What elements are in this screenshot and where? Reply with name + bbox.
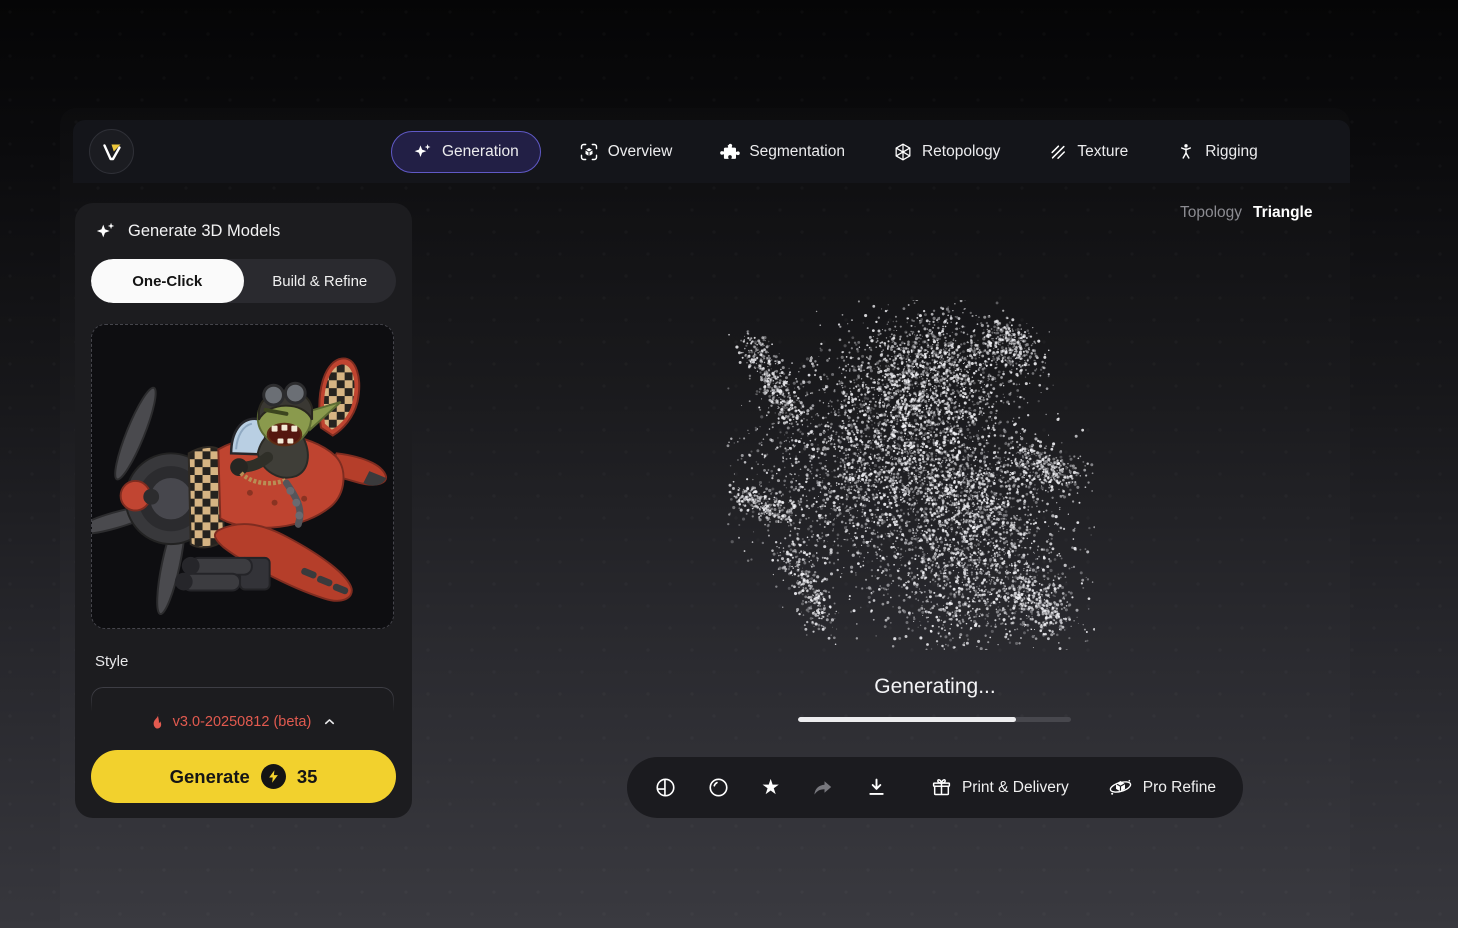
puzzle-icon (720, 142, 740, 162)
sparkles-icon (413, 142, 433, 162)
hatch-icon (1048, 142, 1068, 162)
download-button[interactable] (864, 775, 887, 801)
mode-one-click[interactable]: One-Click (91, 259, 244, 303)
matcap-sphere-icon (707, 776, 730, 799)
mode-toggle: One-Click Build & Refine (91, 259, 396, 303)
share-arrow-icon (811, 776, 835, 800)
figure-icon (1176, 142, 1196, 162)
panel-header: Generate 3D Models (95, 220, 280, 242)
material-preview-button[interactable] (706, 775, 729, 801)
tab-label: Texture (1077, 143, 1128, 161)
wireframe-icon (893, 142, 913, 162)
flame-icon (150, 713, 165, 730)
top-navbar: Generation Overview Segmentation (73, 120, 1350, 183)
tab-label: Generation (442, 143, 519, 161)
tab-segmentation[interactable]: Segmentation (720, 142, 845, 162)
generate-credits: 35 (297, 766, 318, 788)
generate-button[interactable]: Generate 35 (91, 750, 396, 803)
chevron-up-icon (322, 714, 337, 729)
orbit-cube-icon (1108, 775, 1133, 800)
mode-build-refine[interactable]: Build & Refine (244, 259, 397, 303)
pro-refine-label: Pro Refine (1143, 779, 1216, 797)
progress-fill (798, 717, 1016, 722)
lightning-bolt-icon (261, 764, 286, 789)
tripo-logo-icon (100, 140, 124, 164)
generation-point-cloud-preview[interactable] (725, 300, 1095, 650)
style-label: Style (95, 653, 128, 670)
style-selector-box[interactable] (91, 687, 394, 713)
viewer-toolbar: ★ Print & Delivery (627, 757, 1243, 818)
panel-title: Generate 3D Models (128, 222, 280, 241)
tab-label: Overview (608, 143, 673, 161)
tab-label: Rigging (1205, 143, 1258, 161)
tab-generation[interactable]: Generation (391, 131, 541, 173)
generate-panel: Generate 3D Models One-Click Build & Ref… (75, 203, 412, 818)
favorite-button[interactable]: ★ (759, 775, 782, 801)
render-mode-button[interactable] (654, 775, 677, 801)
tab-retopology[interactable]: Retopology (893, 142, 1000, 162)
tab-label: Retopology (922, 143, 1000, 161)
topology-selector[interactable]: Topology Triangle (1180, 204, 1312, 222)
print-delivery-button[interactable]: Print & Delivery (931, 777, 1069, 798)
model-version-selector[interactable]: v3.0-20250812 (beta) (75, 713, 412, 730)
model-version-label: v3.0-20250812 (beta) (173, 714, 312, 730)
reference-image-card[interactable] (91, 324, 394, 629)
share-button[interactable] (811, 775, 835, 801)
nav-tab-bar: Generation Overview Segmentation (391, 120, 1258, 183)
tab-label: Segmentation (749, 143, 845, 161)
generate-button-label: Generate (170, 766, 250, 788)
generation-status-text: Generating... (785, 675, 1085, 699)
tab-texture[interactable]: Texture (1048, 142, 1128, 162)
sphere-axes-icon (654, 776, 677, 799)
topology-value: Triangle (1253, 204, 1312, 222)
brand-logo[interactable] (89, 129, 134, 174)
gift-icon (931, 777, 952, 798)
scan-cube-icon (579, 142, 599, 162)
pro-refine-button[interactable]: Pro Refine (1108, 775, 1216, 800)
tab-overview[interactable]: Overview (579, 142, 673, 162)
print-delivery-label: Print & Delivery (962, 779, 1069, 797)
tab-rigging[interactable]: Rigging (1176, 142, 1258, 162)
download-icon (865, 776, 888, 799)
star-icon: ★ (761, 777, 780, 798)
topology-label: Topology (1180, 204, 1242, 222)
goblin-plane-image (92, 325, 393, 628)
generation-progress-bar (798, 717, 1071, 722)
sparkles-icon (95, 220, 117, 242)
